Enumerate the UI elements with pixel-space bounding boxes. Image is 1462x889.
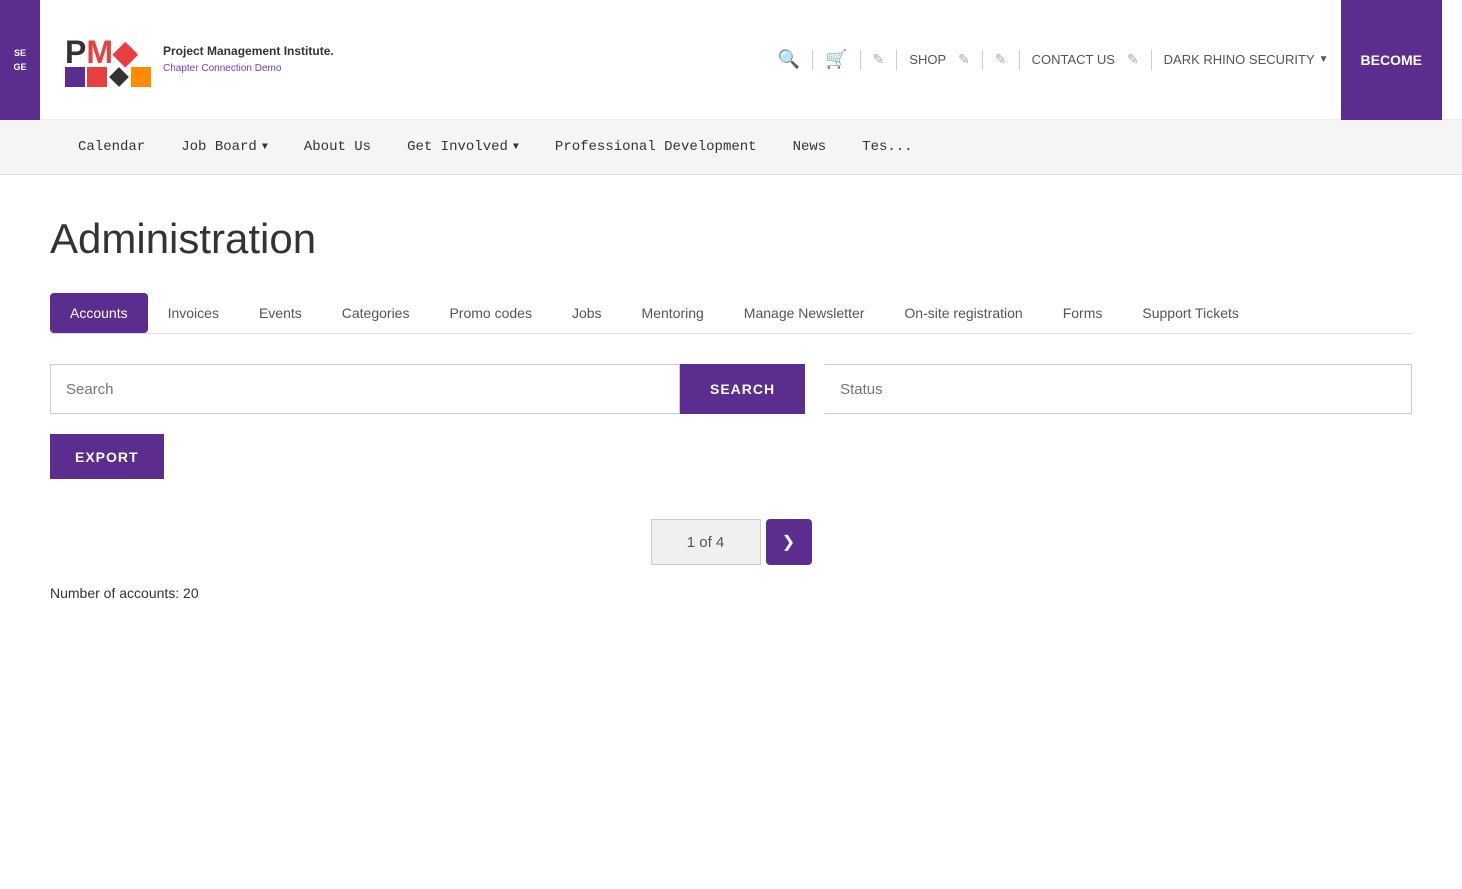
search-input[interactable] <box>50 364 680 414</box>
become-button[interactable]: BECOME <box>1341 0 1442 120</box>
nav-item-professional-development[interactable]: Professional Development <box>537 120 775 175</box>
divider-4 <box>982 50 983 70</box>
search-button[interactable]: SEARCH <box>680 364 805 414</box>
tab-categories[interactable]: Categories <box>322 293 430 333</box>
tab-mentoring[interactable]: Mentoring <box>622 293 724 333</box>
divider-5 <box>1019 50 1020 70</box>
tab-onsite-registration[interactable]: On-site registration <box>884 293 1042 333</box>
export-area: EXPORT <box>50 434 1412 519</box>
nav-item-get-involved[interactable]: Get Involved ▼ <box>389 120 537 175</box>
nav-item-news[interactable]: News <box>775 120 845 175</box>
tab-forms[interactable]: Forms <box>1043 293 1123 333</box>
chevron-right-icon: ❯ <box>782 532 795 552</box>
nav-bar: Calendar Job Board ▼ About Us Get Involv… <box>0 120 1462 175</box>
tab-events[interactable]: Events <box>239 293 322 333</box>
status-input[interactable] <box>825 364 1412 414</box>
logo-text: Project Management Institute. Chapter Co… <box>163 44 334 76</box>
cart-icon[interactable]: 🛒 <box>825 49 847 70</box>
chevron-down-icon: ▼ <box>1319 54 1329 65</box>
pagination-area: 1 of 4 ❯ <box>50 519 1412 565</box>
account-count: Number of accounts: 20 <box>50 585 1412 601</box>
page-title: Administration <box>50 215 1412 263</box>
tab-promo-codes[interactable]: Promo codes <box>429 293 551 333</box>
divider-2 <box>860 50 861 70</box>
tab-invoices[interactable]: Invoices <box>148 293 239 333</box>
main-content: Administration Accounts Invoices Events … <box>0 175 1462 641</box>
nav-item-test[interactable]: Tes... <box>844 120 930 175</box>
divider-3 <box>896 50 897 70</box>
search-area: SEARCH <box>50 364 1412 414</box>
top-bar: SE GE P M ◆ <box>0 0 1462 120</box>
tab-support-tickets[interactable]: Support Tickets <box>1122 293 1259 333</box>
divider-6 <box>1151 50 1152 70</box>
divider-1 <box>812 50 813 70</box>
nav-item-calendar[interactable]: Calendar <box>60 120 163 175</box>
tab-manage-newsletter[interactable]: Manage Newsletter <box>724 293 885 333</box>
sidebar-text-ge: GE <box>13 62 26 72</box>
tab-accounts[interactable]: Accounts <box>50 293 148 333</box>
export-button[interactable]: EXPORT <box>50 434 164 479</box>
page-info: 1 of 4 <box>651 519 761 565</box>
next-page-button[interactable]: ❯ <box>766 519 812 565</box>
chevron-down-icon: ▼ <box>262 142 268 153</box>
pencil-icon-3[interactable]: ✎ <box>995 51 1007 68</box>
contact-us-link[interactable]: CONTACT US <box>1032 52 1115 67</box>
pencil-icon-4[interactable]: ✎ <box>1127 51 1139 68</box>
tab-jobs[interactable]: Jobs <box>552 293 622 333</box>
pencil-icon-2[interactable]: ✎ <box>958 51 970 68</box>
shop-link[interactable]: SHOP <box>909 52 946 67</box>
pencil-icon-1[interactable]: ✎ <box>873 51 885 68</box>
top-bar-right: 🔍 🛒 ✎ SHOP ✎ ✎ CONTACT US ✎ DARK RHINO S… <box>778 0 1442 120</box>
chevron-down-icon: ▼ <box>513 142 519 153</box>
sidebar-text-se: SE <box>14 48 26 58</box>
nav-item-about-us[interactable]: About Us <box>286 120 389 175</box>
nav-item-job-board[interactable]: Job Board ▼ <box>163 120 286 175</box>
admin-tabs: Accounts Invoices Events Categories Prom… <box>50 293 1412 334</box>
search-icon[interactable]: 🔍 <box>778 49 800 70</box>
left-sidebar-partial: SE GE <box>0 0 40 120</box>
logo-area[interactable]: P M ◆ Project Management Institute. Chap… <box>65 33 334 87</box>
dark-rhino-dropdown[interactable]: DARK RHINO SECURITY ▼ <box>1164 52 1329 67</box>
